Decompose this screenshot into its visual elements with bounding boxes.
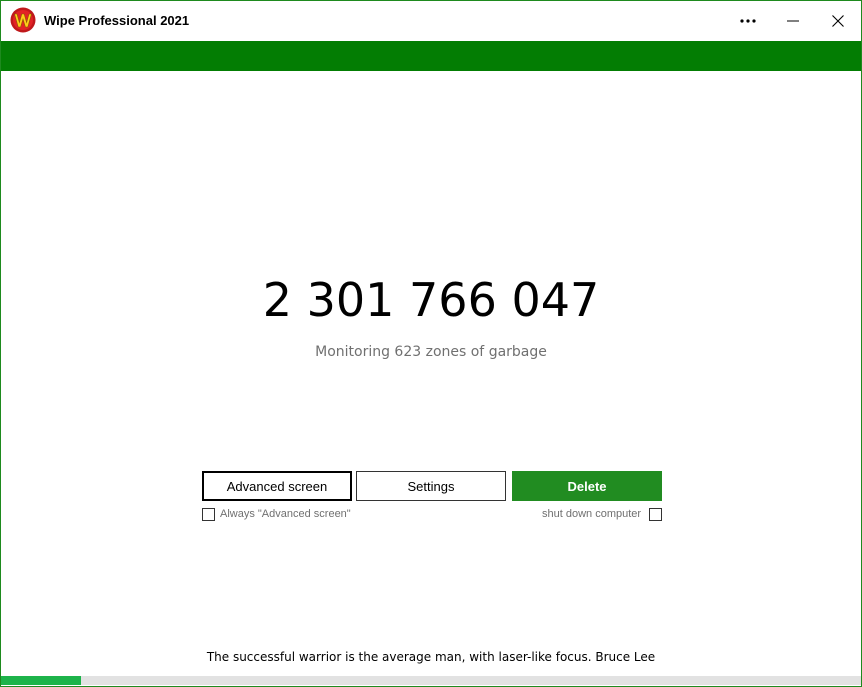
delete-button[interactable]: Delete <box>512 471 662 501</box>
footer-quote: The successful warrior is the average ma… <box>206 650 656 664</box>
minimize-button[interactable] <box>770 1 816 41</box>
always-advanced-label: Always "Advanced screen" <box>220 508 351 520</box>
progress-bar-fill <box>1 676 81 685</box>
minimize-icon <box>787 20 799 22</box>
shutdown-label: shut down computer <box>542 508 642 520</box>
window-title: Wipe Professional 2021 <box>44 13 190 28</box>
always-advanced-checkbox[interactable] <box>202 508 215 521</box>
garbage-counter: 2 301 766 047 <box>262 273 600 327</box>
shutdown-checkbox[interactable] <box>649 508 662 521</box>
close-button[interactable] <box>815 1 861 41</box>
close-icon <box>832 15 844 27</box>
app-window: Wipe Professional 2021 2 301 766 047 Mon… <box>0 0 862 687</box>
advanced-screen-button[interactable]: Advanced screen <box>202 471 352 501</box>
title-bar: Wipe Professional 2021 <box>1 1 861 41</box>
monitoring-status: Monitoring 623 zones of garbage <box>315 344 547 360</box>
more-icon <box>740 19 756 23</box>
settings-button[interactable]: Settings <box>356 471 506 501</box>
more-options-button[interactable] <box>725 1 771 41</box>
header-band <box>1 41 861 71</box>
wipe-logo-icon <box>10 7 36 33</box>
progress-bar <box>1 676 861 685</box>
